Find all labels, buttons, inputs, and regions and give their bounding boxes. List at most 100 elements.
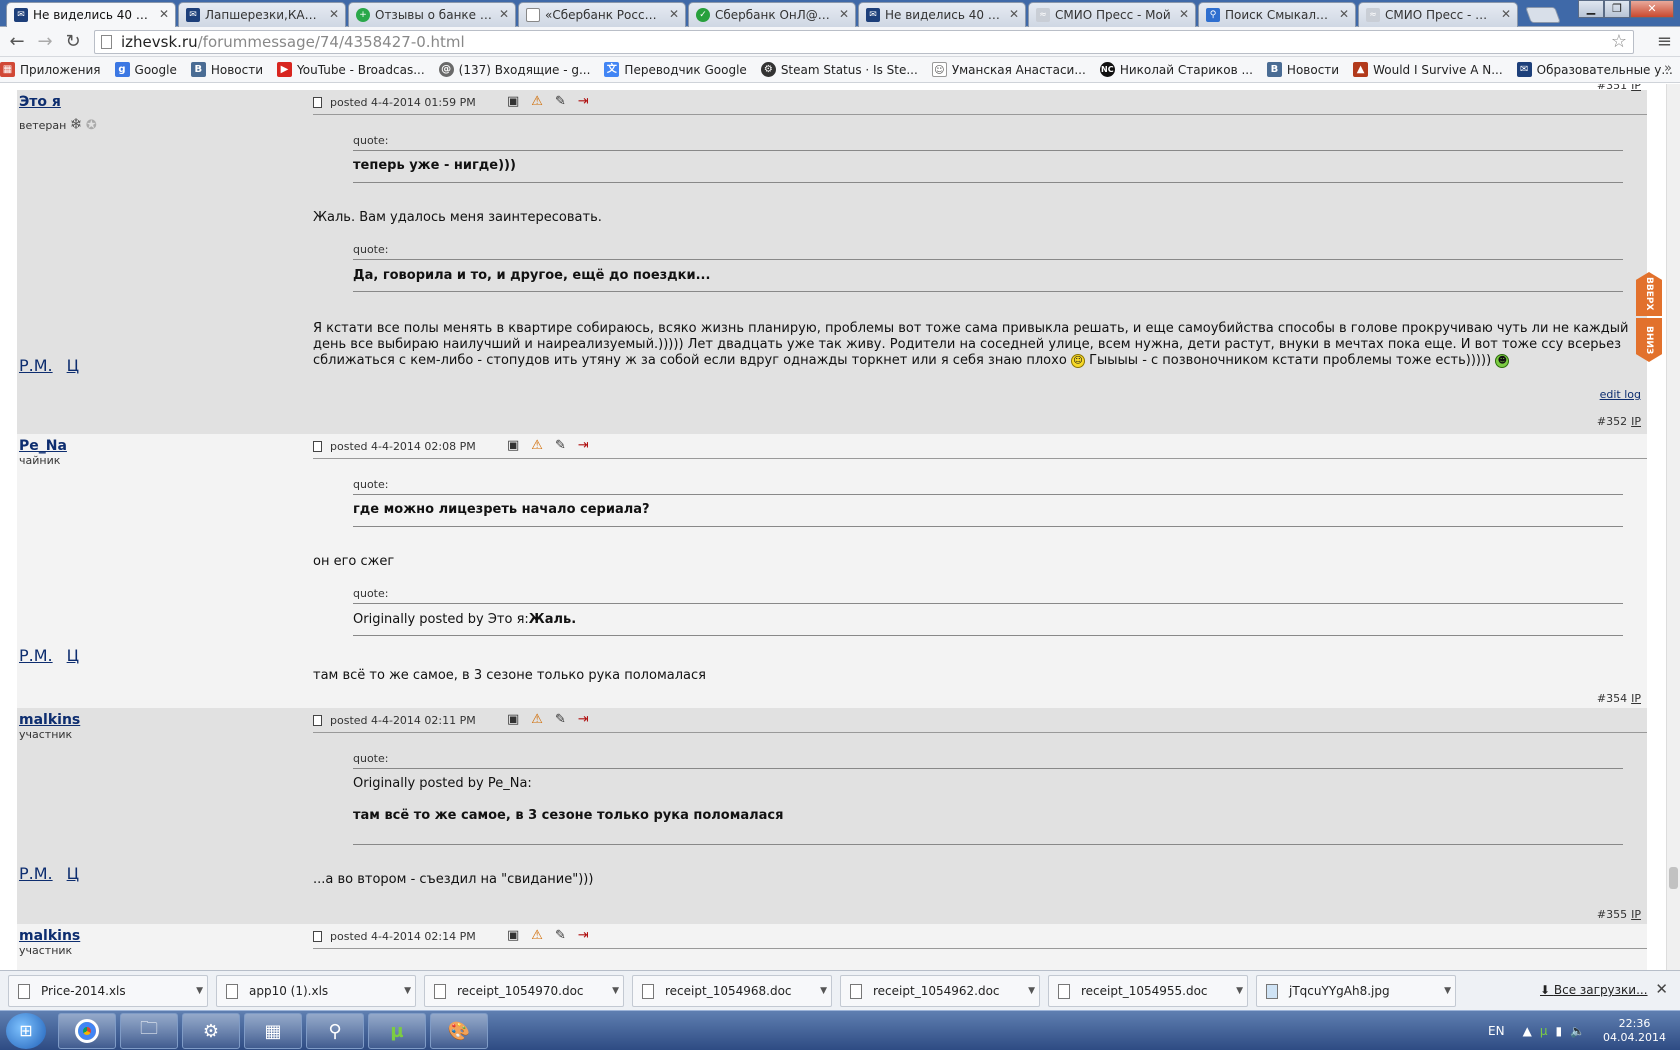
chevron-down-icon[interactable]: ▼	[612, 976, 619, 1006]
close-icon[interactable]: ✕	[1179, 7, 1189, 21]
warning-icon[interactable]: ⚠	[531, 94, 543, 109]
chevron-down-icon[interactable]: ▼	[404, 976, 411, 1006]
close-icon[interactable]: ✕	[499, 7, 509, 21]
scrollbar-thumb[interactable]	[1669, 867, 1678, 889]
new-tab-button[interactable]	[1525, 7, 1561, 23]
close-icon[interactable]: ✕	[669, 7, 679, 21]
bookmark-starikov[interactable]: NC Николай Стариков ...	[1099, 62, 1253, 77]
bookmark-survive[interactable]: ▲ Would I Survive A N...	[1353, 62, 1503, 77]
utorrent-tray-icon[interactable]: µ	[1540, 1024, 1548, 1038]
reply-icon[interactable]: ⇥	[578, 928, 589, 943]
folder-icon[interactable]: 🗀	[120, 1013, 178, 1049]
edit-icon[interactable]: ✎	[555, 712, 566, 727]
tab-4[interactable]: «Сбербанк России» ✕	[518, 2, 686, 27]
chevron-down-icon[interactable]: ▼	[196, 976, 203, 1006]
reload-icon[interactable]: ↻	[62, 31, 84, 53]
profile-card-icon[interactable]: ▣	[507, 712, 519, 727]
warning-icon[interactable]: ⚠	[531, 712, 543, 727]
tab-9[interactable]: ≈ СМИО Пресс - Авто ✕	[1358, 2, 1518, 27]
download-item[interactable]: jTqcuYYgAh8.jpg ▼	[1256, 974, 1456, 1007]
windows-start-icon[interactable]: ⊞	[6, 1013, 46, 1049]
reply-icon[interactable]: ⇥	[578, 712, 589, 727]
address-bar[interactable]: izhevsk.ru/forummessage/74/4358427-0.htm…	[94, 30, 1634, 54]
bookmark-youtube[interactable]: ▶ YouTube - Broadcas...	[277, 62, 425, 77]
rm-link[interactable]: Р.М.	[19, 646, 53, 665]
maximize-button[interactable]: ❐	[1604, 0, 1630, 18]
volume-icon[interactable]: 🔈	[1570, 1024, 1585, 1038]
author-link[interactable]: malkins	[19, 712, 80, 728]
download-item[interactable]: receipt_1054962.doc ▼	[840, 974, 1040, 1007]
tab-3[interactable]: + Отзывы о банке БТА ✕	[348, 2, 516, 27]
bookmark-news-2[interactable]: B Новости	[1266, 62, 1339, 77]
download-item[interactable]: Price-2014.xls ▼	[8, 974, 208, 1007]
warning-icon[interactable]: ⚠	[531, 438, 543, 453]
tab-2[interactable]: ✉ Лапшерезки,КАЗАН ✕	[178, 2, 346, 27]
bookmark-umanskaya[interactable]: ☺ Уманская Анастаси...	[931, 62, 1086, 77]
close-icon[interactable]: ✕	[1501, 7, 1511, 21]
chevron-down-icon[interactable]: ▼	[1028, 976, 1035, 1006]
ip-link[interactable]: IP	[1631, 908, 1641, 921]
back-arrow-icon[interactable]: ←	[6, 31, 28, 53]
download-item[interactable]: app10 (1).xls ▼	[216, 974, 416, 1007]
rm-link[interactable]: Р.М.	[19, 356, 53, 375]
ts-link[interactable]: Ц	[67, 864, 79, 883]
ip-link[interactable]: IP	[1631, 692, 1641, 705]
tab-8[interactable]: ⚲ Поиск Смыкалова ✕	[1198, 2, 1356, 27]
ts-link[interactable]: Ц	[67, 646, 79, 665]
tab-6[interactable]: ✉ Не виделись 40 лет ✕	[858, 2, 1026, 27]
bookmarks-overflow-button[interactable]: »	[1664, 61, 1672, 76]
bookmark-news[interactable]: B Новости	[190, 62, 263, 77]
tab-7[interactable]: ≈ СМИО Пресс - Мой ✕	[1028, 2, 1196, 27]
ip-link[interactable]: IP	[1631, 415, 1641, 428]
reply-icon[interactable]: ⇥	[578, 438, 589, 453]
author-link[interactable]: malkins	[19, 928, 80, 944]
bookmark-education[interactable]: ✉ Образовательные у...	[1516, 62, 1673, 77]
language-indicator[interactable]: EN	[1488, 1024, 1505, 1038]
bookmark-apps[interactable]: ▦ Приложения	[0, 62, 101, 77]
author-link[interactable]: Pe_Na	[19, 438, 67, 454]
ip-link[interactable]: IP	[1631, 84, 1641, 92]
scroll-up-button[interactable]: ВВЕРХ	[1636, 272, 1662, 316]
paint-icon[interactable]: 🎨	[430, 1013, 488, 1049]
chevron-down-icon[interactable]: ▼	[1236, 976, 1243, 1006]
close-window-button[interactable]: ✕	[1630, 0, 1674, 18]
edit-icon[interactable]: ✎	[555, 94, 566, 109]
close-icon[interactable]: ✕	[159, 7, 169, 21]
reply-icon[interactable]: ⇥	[578, 94, 589, 109]
chrome-icon[interactable]	[58, 1013, 116, 1049]
bookmark-mail[interactable]: @ (137) Входящие - g...	[438, 62, 590, 77]
download-item[interactable]: receipt_1054968.doc ▼	[632, 974, 832, 1007]
download-item[interactable]: receipt_1054970.doc ▼	[424, 974, 624, 1007]
bookmark-translate[interactable]: 文 Переводчик Google	[604, 62, 747, 77]
profile-card-icon[interactable]: ▣	[507, 928, 519, 943]
warning-icon[interactable]: ⚠	[531, 928, 543, 943]
star-icon[interactable]: ☆	[1611, 31, 1627, 53]
chevron-down-icon[interactable]: ▼	[1444, 976, 1451, 1006]
close-icon[interactable]: ✕	[1655, 980, 1668, 998]
forward-arrow-icon[interactable]: →	[34, 31, 56, 53]
edit-log-link[interactable]: edit log	[1600, 388, 1641, 401]
steam-icon[interactable]: ⚙	[182, 1013, 240, 1049]
minimize-button[interactable]: ▁	[1578, 0, 1604, 18]
profile-card-icon[interactable]: ▣	[507, 94, 519, 109]
clock[interactable]: 22:36 04.04.2014	[1603, 1017, 1666, 1045]
rm-link[interactable]: Р.М.	[19, 864, 53, 883]
utorrent-icon[interactable]: µ	[368, 1013, 426, 1049]
bookmark-google[interactable]: g Google	[114, 62, 177, 77]
chevron-down-icon[interactable]: ▼	[820, 976, 827, 1006]
close-icon[interactable]: ✕	[1009, 7, 1019, 21]
vertical-scrollbar[interactable]	[1666, 84, 1680, 974]
edit-icon[interactable]: ✎	[555, 928, 566, 943]
all-downloads-link[interactable]: ⬇ Все загрузки...	[1540, 983, 1648, 997]
close-icon[interactable]: ✕	[329, 7, 339, 21]
bookmark-steam[interactable]: ⚙ Steam Status · Is Ste...	[760, 62, 918, 77]
scroll-down-button[interactable]: ВНИЗ	[1636, 318, 1662, 362]
spreadsheet-icon[interactable]: ▦	[244, 1013, 302, 1049]
edit-icon[interactable]: ✎	[555, 438, 566, 453]
close-icon[interactable]: ✕	[839, 7, 849, 21]
download-item[interactable]: receipt_1054955.doc ▼	[1048, 974, 1248, 1007]
tab-5[interactable]: ✓ Сбербанк ОнЛ@йн ✕	[688, 2, 856, 27]
close-icon[interactable]: ✕	[1339, 7, 1349, 21]
chevron-up-icon[interactable]: ▲	[1523, 1024, 1532, 1038]
network-icon[interactable]: ▮	[1555, 1024, 1562, 1038]
